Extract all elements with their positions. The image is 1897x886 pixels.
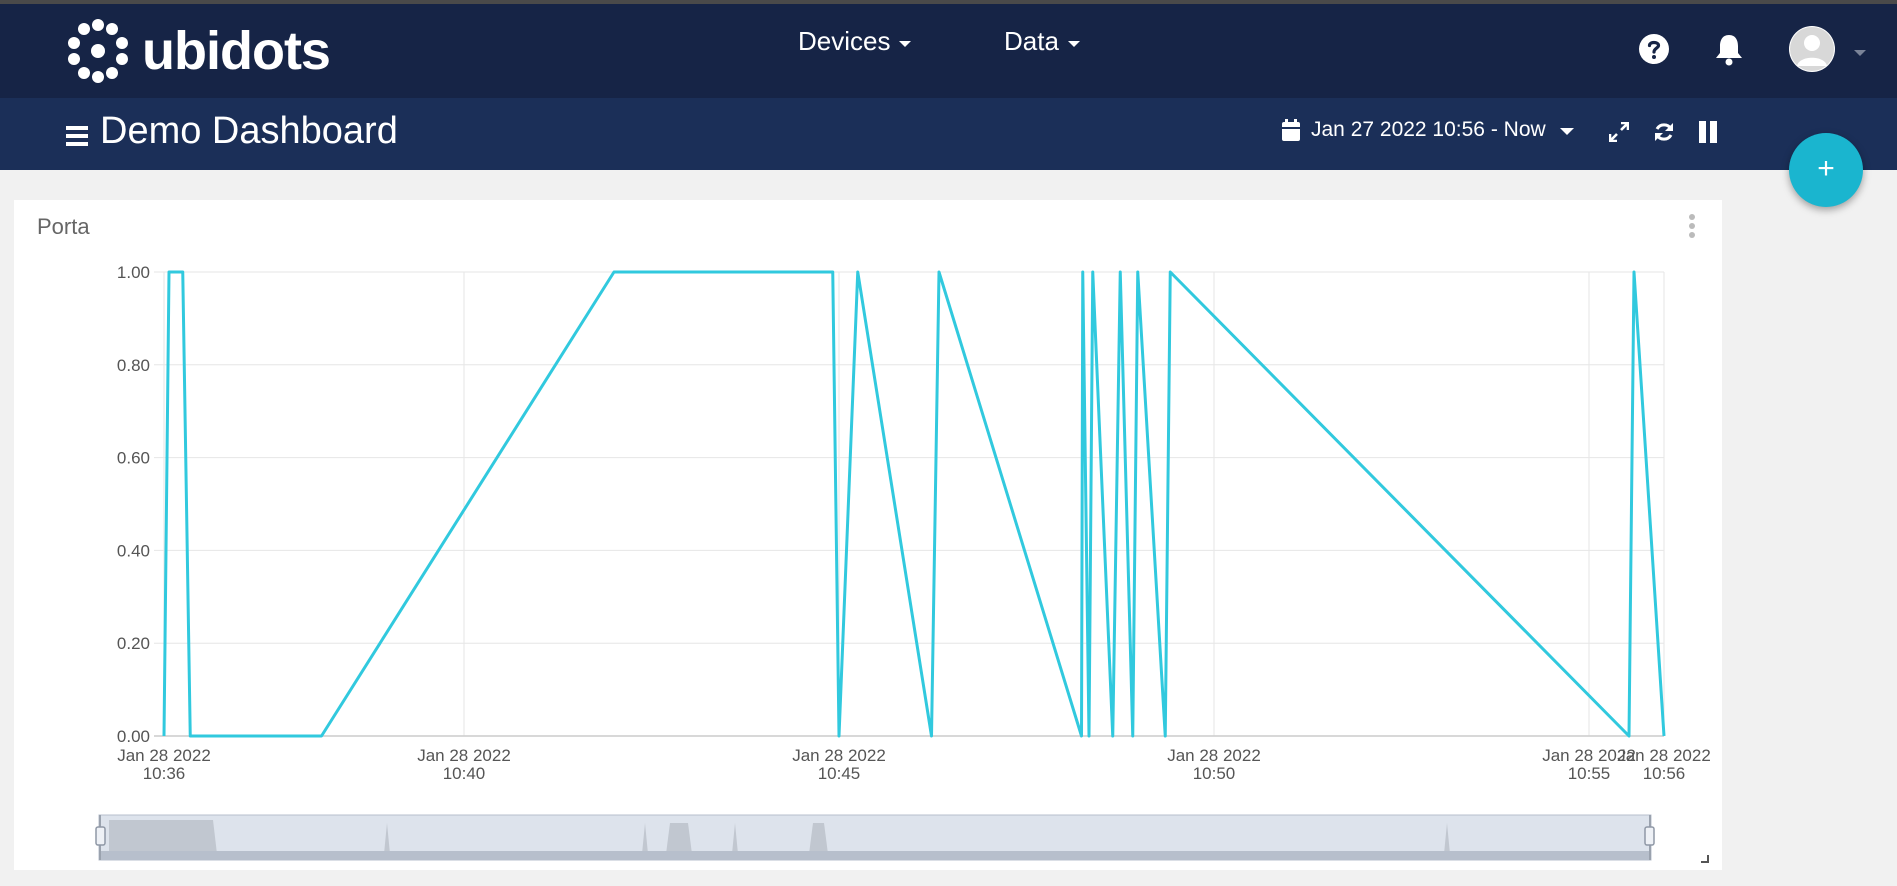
data-menu-label: Data <box>1004 26 1059 56</box>
devices-menu-label: Devices <box>798 26 891 56</box>
page-title: Demo Dashboard <box>100 110 398 152</box>
chart-widget: Porta 0.00 0.20 0.40 0.60 0.80 1.00 Jan 28 20… <box>14 200 1722 870</box>
range-handle-right[interactable] <box>1644 826 1655 846</box>
x-tick-time: 10:40 <box>443 764 486 783</box>
data-menu[interactable]: Data <box>1004 26 1080 57</box>
menu-icon[interactable] <box>66 126 88 146</box>
range-navigator[interactable] <box>98 814 1652 861</box>
resize-handle-icon[interactable] <box>1701 855 1709 863</box>
expand-icon[interactable] <box>1609 122 1629 142</box>
avatar[interactable] <box>1789 26 1835 72</box>
y-tick-label: 0.00 <box>117 727 150 746</box>
x-tick-date: Jan 28 2022 <box>1617 746 1711 765</box>
avatar-chevron-down-icon[interactable] <box>1854 50 1866 56</box>
x-tick-date: Jan 28 2022 <box>1167 746 1261 765</box>
line-chart: 0.000.200.400.600.801.00 Jan 28 202210:3… <box>95 263 1711 863</box>
x-tick-time: 10:56 <box>1643 764 1686 783</box>
brand-name: ubidots <box>142 21 331 81</box>
y-tick-label: 1.00 <box>117 263 150 282</box>
date-range-label: Jan 27 2022 10:56 - Now <box>1311 118 1546 141</box>
x-tick-date: Jan 28 2022 <box>417 746 511 765</box>
user-avatar-icon <box>1790 27 1834 71</box>
ubidots-logo-dots-icon <box>68 19 128 83</box>
x-tick-time: 10:36 <box>143 764 186 783</box>
x-tick-date: Jan 28 2022 <box>792 746 886 765</box>
y-tick-label: 0.20 <box>117 634 150 653</box>
help-icon[interactable] <box>1638 33 1670 65</box>
x-tick-time: 10:45 <box>818 764 861 783</box>
bell-icon[interactable] <box>1714 32 1744 66</box>
chevron-down-icon <box>1067 40 1080 47</box>
x-tick-time: 10:50 <box>1193 764 1236 783</box>
refresh-icon[interactable] <box>1653 121 1675 143</box>
calendar-icon <box>1282 119 1300 141</box>
ubidots-logo[interactable]: ubidots <box>66 16 331 86</box>
devices-menu[interactable]: Devices <box>798 26 912 57</box>
chevron-down-icon <box>1559 127 1574 135</box>
range-handle-left[interactable] <box>95 826 106 846</box>
y-tick-label: 0.60 <box>117 449 150 468</box>
x-tick-date: Jan 28 2022 <box>117 746 211 765</box>
chevron-down-icon <box>899 40 912 47</box>
pause-icon[interactable] <box>1699 121 1717 143</box>
y-tick-label: 0.40 <box>117 541 150 560</box>
y-tick-label: 0.80 <box>117 356 150 375</box>
date-range-picker[interactable]: Jan 27 2022 10:56 - Now <box>1282 118 1574 142</box>
series-line <box>162 270 1666 738</box>
x-tick-time: 10:55 <box>1568 764 1611 783</box>
add-widget-button[interactable]: + <box>1789 133 1863 207</box>
